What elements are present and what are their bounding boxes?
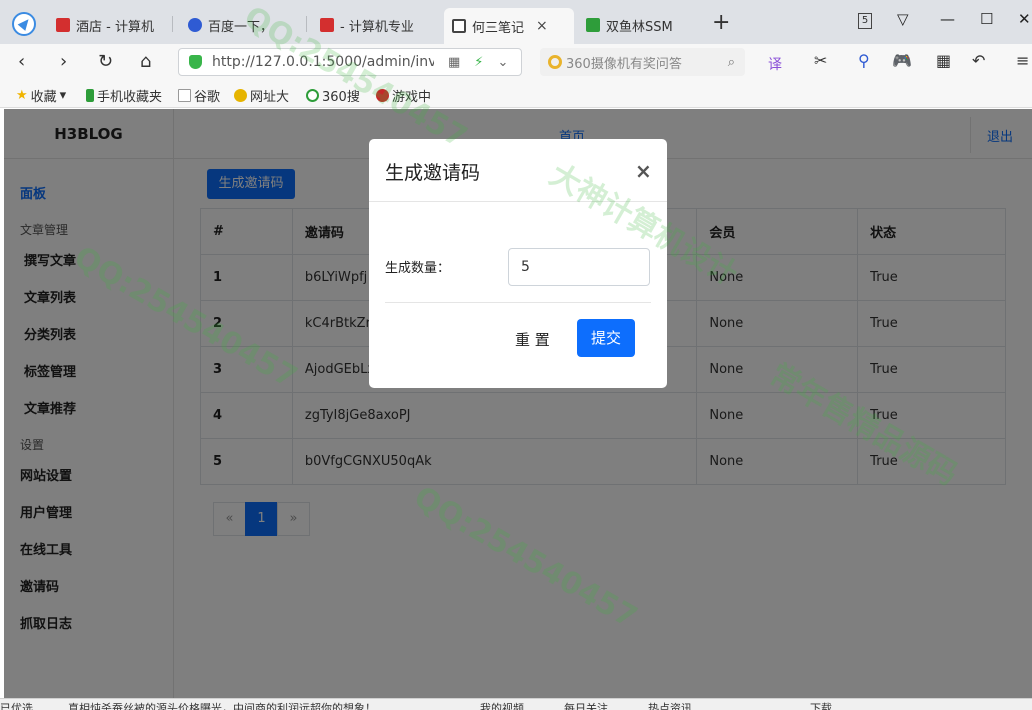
status-item[interactable]: 热点资讯 [648,700,692,710]
browser-tab-bar: 酒店 - 计算机 百度一下， - 计算机专业 何三笔记 × 双鱼林SSM + 5… [0,0,1032,44]
skin-icon[interactable]: ▽ [897,10,909,28]
chevron-down-icon[interactable]: ⌄ [497,55,508,70]
bookmark-sites[interactable]: 网址大 [234,86,289,105]
browser-tab-1[interactable]: 酒店 - 计算机 [48,10,166,40]
bookmark-mobile[interactable]: 手机收藏夹 [86,86,162,105]
browser-tab-2[interactable]: 百度一下， [180,10,302,40]
tab-label: 何三笔记 [472,20,525,36]
lightning-icon[interactable]: ⚡ [474,55,483,70]
qr-code-icon[interactable]: ▦ [448,55,460,70]
bookmarks-bar: ★ 收藏 ▾ 手机收藏夹 谷歌 网址大 360搜 游戏中 [0,80,1032,108]
bookmark-favorites[interactable]: ★ 收藏 ▾ [16,86,66,105]
magnifier-icon[interactable]: ⚲ [858,51,870,70]
search-360-icon [306,89,319,102]
bookmark-label: 网址大 [250,90,290,105]
submit-button[interactable]: 提交 [577,319,635,357]
status-item[interactable]: 每日关注 [564,700,608,710]
secure-shield-icon [189,55,202,69]
game-controller-icon[interactable]: 🎮 [892,51,912,70]
reload-icon[interactable]: ↻ [98,51,113,72]
tab-divider [306,16,307,32]
admin-page: H3BLOG 首页 退出 面板 文章管理 撰写文章 文章列表 分类列表 标签管理… [4,109,1032,698]
tab-count-badge[interactable]: 5 [858,13,872,29]
reset-button[interactable]: 重 置 [515,329,550,350]
undo-icon[interactable]: ↶ [972,51,985,70]
bookmark-google[interactable]: 谷歌 [178,86,220,105]
browser-toolbar: ‹ › ↻ ⌂ http://127.0.0.1:5000/admin/invi… [0,44,1032,80]
status-item[interactable]: 我的视频 [480,700,524,710]
quantity-label: 生成数量： [385,261,451,276]
bookmark-label: 谷歌 [194,90,221,105]
grid-menu-icon[interactable]: ▦ [936,51,951,70]
bookmark-label: 收藏 [30,90,57,105]
browser-status-bar: 已优选 真相炖杀蚕丝被的源头价格曝光，中间商的利润远超你的想象！ 我的视频 每日… [0,698,1032,710]
browser-tab-5[interactable]: 双鱼林SSM [578,10,704,40]
modal-divider [369,201,667,202]
generate-invite-modal: 生成邀请码 × 生成数量： 重 置 提交 [369,139,667,388]
address-bar[interactable]: http://127.0.0.1:5000/admin/invit ▦ ⚡ ⌄ [178,48,522,76]
tab-label: 酒店 - 计算机 [76,19,154,35]
browser-tab-active[interactable]: 何三笔记 × [444,8,574,44]
tab-label: 百度一下， [208,19,274,35]
search-icon[interactable]: ⌕ [728,55,735,70]
chevron-down-icon: ▾ [59,88,67,103]
bookmark-label: 游戏中 [392,90,432,105]
back-icon[interactable]: ‹ [18,51,25,72]
address-url[interactable]: http://127.0.0.1:5000/admin/invit [212,54,434,70]
browser-tab-3[interactable]: - 计算机专业 [312,10,438,40]
translate-icon[interactable]: 译 [768,54,782,74]
tab-favicon-icon [586,18,600,32]
star-icon: ★ [16,88,28,103]
browser-logo-icon[interactable] [12,12,36,36]
game-icon [376,89,389,102]
modal-title: 生成邀请码 [385,162,481,184]
close-window-icon[interactable]: ✕ [1018,10,1031,28]
status-item[interactable]: 下载 [810,700,832,710]
bookmark-games[interactable]: 游戏中 [376,86,431,105]
close-icon[interactable]: × [635,159,652,183]
tab-label: - 计算机专业 [340,19,414,35]
search-placeholder: 360摄像机有奖问答 [566,56,682,72]
home-icon[interactable]: ⌂ [140,51,151,72]
search-box[interactable]: 360摄像机有奖问答 ⌕ [540,48,745,76]
tab-favicon-icon [56,18,70,32]
tab-favicon-icon [452,19,466,33]
page-icon [178,89,191,102]
tab-label: 双鱼林SSM [606,19,673,35]
new-tab-button[interactable]: + [712,10,730,35]
forward-icon[interactable]: › [60,51,67,72]
tab-divider [172,16,173,32]
bookmark-label: 360搜 [322,90,360,105]
tab-favicon-icon [320,18,334,32]
bookmark-label: 手机收藏夹 [97,90,163,105]
status-news-ticker[interactable]: 真相炖杀蚕丝被的源头价格曝光，中间商的利润远超你的想象！ [68,700,376,710]
menu-icon[interactable]: ≡ [1016,51,1029,70]
tab-favicon-icon [188,18,202,32]
tab-close-icon[interactable]: × [536,18,548,34]
search-engine-icon [548,55,562,69]
quantity-input[interactable] [508,248,650,286]
site-icon [234,89,247,102]
scissors-icon[interactable]: ✂ [814,51,827,70]
bookmark-360search[interactable]: 360搜 [306,86,360,105]
phone-icon [86,89,94,102]
maximize-icon[interactable]: ☐ [980,10,993,28]
status-item[interactable]: 已优选 [0,700,33,710]
modal-divider [385,302,651,303]
minimize-icon[interactable]: — [940,10,955,28]
